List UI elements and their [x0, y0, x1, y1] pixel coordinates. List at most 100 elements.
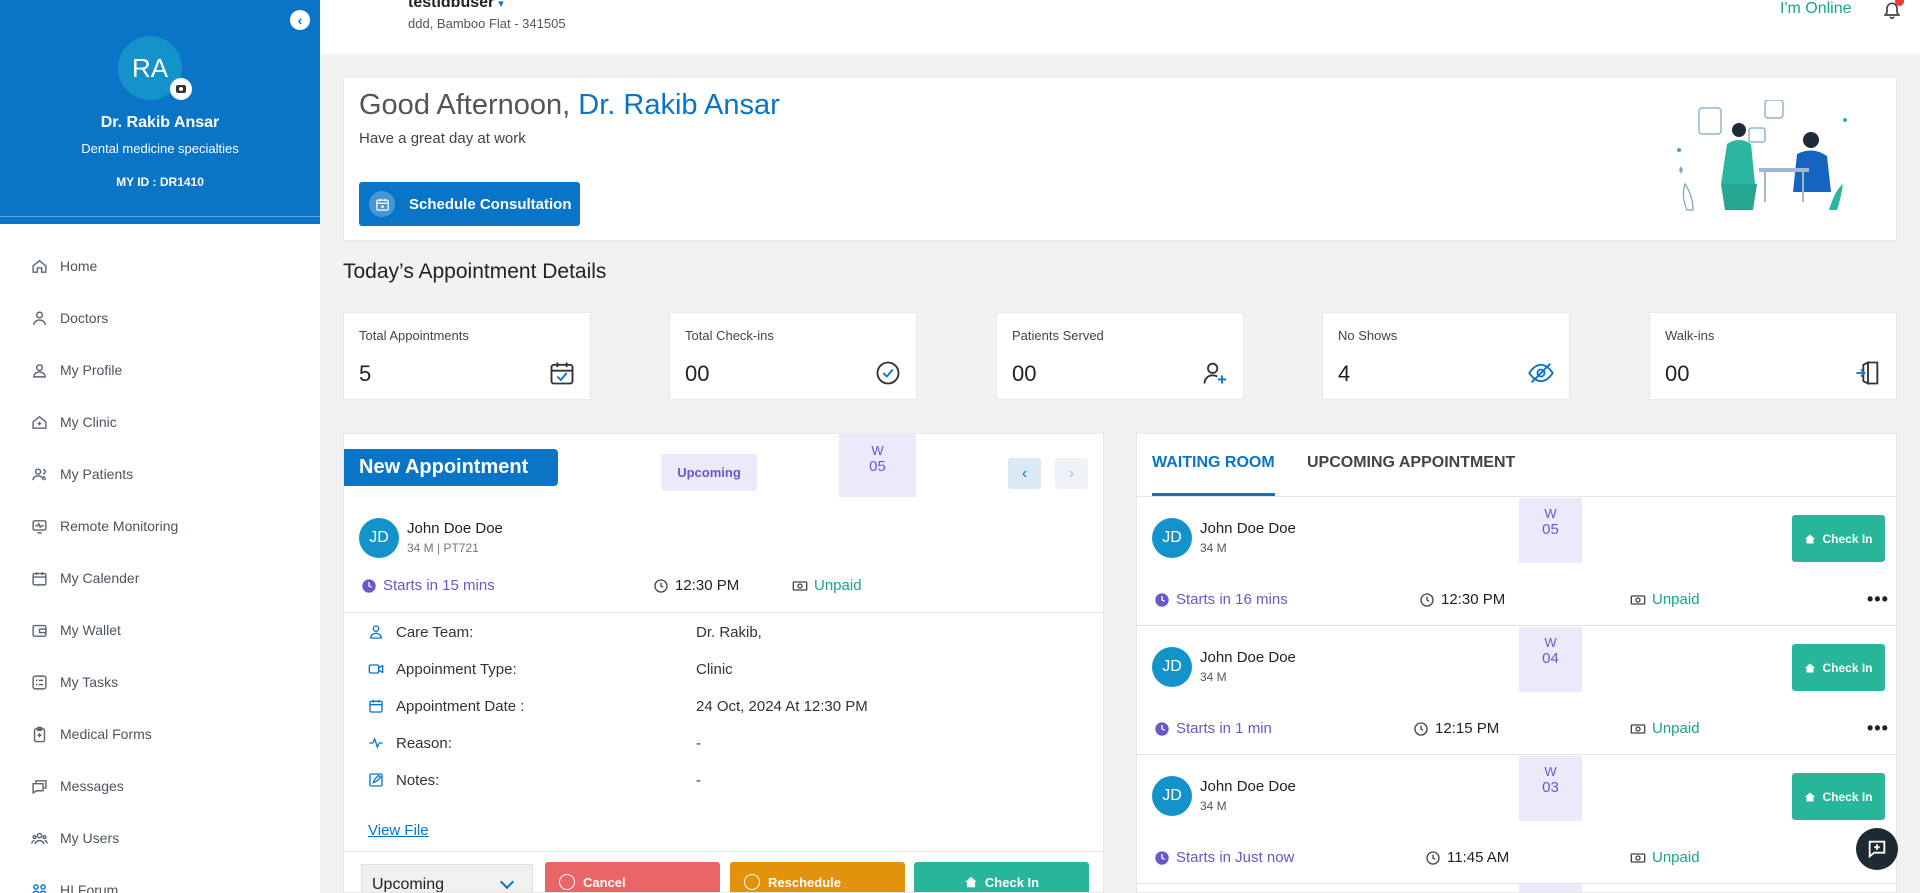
status-select[interactable]: Upcoming	[361, 864, 533, 893]
check-in-label: Check In	[1822, 789, 1873, 804]
detail-value: 24 Oct, 2024 At 12:30 PM	[696, 697, 868, 715]
check-in-button[interactable]: Check In	[1792, 773, 1885, 820]
waiting-number-badge: W 05	[839, 434, 916, 497]
sidebar-item-medical-forms[interactable]: Medical Forms	[0, 708, 320, 760]
more-icon[interactable]: •••	[1867, 589, 1889, 610]
cancel-button[interactable]: Cancel	[545, 862, 720, 892]
patient-name[interactable]: John Doe Doe	[1200, 649, 1296, 666]
calendar-plus-icon	[369, 191, 395, 217]
appointment-time: 12:30 PM	[653, 577, 739, 594]
view-file-link[interactable]: View File	[368, 822, 429, 839]
wallet-icon	[28, 619, 50, 641]
appointment-time: 12:15 PM	[1413, 720, 1499, 737]
payment-status: Unpaid	[1630, 591, 1700, 608]
stat-label: Patients Served	[1012, 328, 1104, 343]
sidebar-item-label: HI Forum	[60, 882, 119, 893]
sidebar-item-label: Medical Forms	[60, 726, 152, 742]
w-label: W	[1544, 506, 1557, 521]
camera-icon[interactable]	[170, 78, 192, 100]
stat-total-check-ins: Total Check-ins 00	[669, 312, 917, 400]
sidebar-item-doctors[interactable]: Doctors	[0, 292, 320, 344]
sidebar-item-my-wallet[interactable]: My Wallet	[0, 604, 320, 656]
reschedule-button[interactable]: Reschedule	[730, 862, 905, 892]
sidebar-item-label: My Wallet	[60, 622, 121, 638]
avatar: JD	[1152, 647, 1192, 687]
home-icon	[28, 255, 50, 277]
bell-icon[interactable]	[1882, 0, 1904, 22]
video-icon	[368, 664, 384, 674]
waiting-number-badge: W 03	[1519, 756, 1582, 821]
sidebar-item-my-profile[interactable]: My Profile	[0, 344, 320, 396]
username: testidbuser	[408, 0, 495, 11]
starts-in: Starts in Just now	[1154, 849, 1294, 866]
sidebar-item-label: My Tasks	[60, 674, 119, 690]
stat-value: 00	[1665, 361, 1690, 386]
sidebar-item-my-patients[interactable]: My Patients	[0, 448, 320, 500]
profile-header: ‹ RA Dr. Rakib Ansar Dental medicine spe…	[0, 0, 320, 224]
sidebar-item-label: Messages	[60, 778, 124, 794]
w-label: W	[1544, 635, 1557, 650]
stat-total-appointments: Total Appointments 5	[343, 312, 591, 400]
eye-off-icon	[1528, 363, 1554, 383]
detail-notes: Notes: -	[368, 770, 1088, 790]
sidebar-item-my-users[interactable]: My Users	[0, 812, 320, 864]
chat-icon[interactable]	[1856, 828, 1898, 870]
starts-in-text: Starts in 1 min	[1176, 720, 1272, 737]
chevron-left-icon[interactable]: ‹	[1008, 458, 1041, 489]
chevron-right-icon[interactable]: ›	[1055, 458, 1088, 489]
starts-in: Starts in 16 mins	[1154, 591, 1288, 608]
patient-age: 34 M	[1200, 799, 1227, 813]
sidebar-item-my-tasks[interactable]: My Tasks	[0, 656, 320, 708]
home-icon	[1805, 663, 1816, 672]
clock-filled-icon	[1155, 850, 1169, 865]
appointment-time: 11:45 AM	[1425, 849, 1509, 866]
chevron-left-icon[interactable]: ‹	[290, 10, 310, 30]
patient-name[interactable]: John Doe Doe	[1200, 520, 1296, 537]
chevron-down-icon	[499, 874, 515, 890]
reschedule-label: Reschedule	[768, 874, 841, 890]
schedule-consultation-button[interactable]: Schedule Consultation	[359, 182, 580, 226]
check-in-button[interactable]: Check In	[1792, 515, 1885, 562]
w-number: 04	[1542, 650, 1559, 667]
starts-in-text: Starts in Just now	[1176, 849, 1295, 866]
sidebar-item-label: My Calender	[60, 570, 140, 586]
status-select-value: Upcoming	[372, 876, 445, 893]
appointment-time: 12:30 PM	[1419, 591, 1505, 608]
sidebar-item-my-calender[interactable]: My Calender	[0, 552, 320, 604]
payment-status: Unpaid	[1630, 720, 1700, 737]
cash-icon	[1630, 594, 1646, 605]
w-number: 03	[1542, 779, 1559, 796]
clock-icon	[1420, 592, 1434, 607]
calendar-icon	[28, 567, 50, 589]
time-text: 12:30 PM	[675, 577, 740, 594]
user-switcher[interactable]: testidbuser ▾	[408, 0, 504, 12]
waiting-number-badge: W 05	[1519, 498, 1582, 563]
user-icon	[28, 359, 50, 381]
sidebar-item-label: Remote Monitoring	[60, 518, 179, 534]
patient-name[interactable]: John Doe Doe	[1200, 778, 1296, 795]
sidebar-item-remote-monitoring[interactable]: Remote Monitoring	[0, 500, 320, 552]
starts-in: Starts in 15 mins	[361, 577, 495, 594]
divider	[1137, 883, 1896, 884]
patient-meta: 34 M | PT721	[407, 541, 479, 555]
sidebar-item-hi-forum[interactable]: HI Forum	[0, 864, 320, 893]
tab-waiting-room[interactable]: WAITING ROOM	[1152, 454, 1275, 472]
sidebar-item-home[interactable]: Home	[0, 240, 320, 292]
check-in-button[interactable]: Check In	[1792, 644, 1885, 691]
patient-name[interactable]: John Doe Doe	[407, 520, 503, 537]
payment-text: Unpaid	[1652, 720, 1700, 737]
forum-icon	[28, 879, 50, 893]
stat-value: 4	[1338, 361, 1351, 386]
status-badge: Upcoming	[661, 454, 757, 491]
tab-upcoming-appointment[interactable]: UPCOMING APPOINTMENT	[1307, 454, 1515, 472]
patient-age: 34 M	[1200, 541, 1227, 555]
clock-icon	[1414, 721, 1428, 736]
messages-icon	[28, 775, 50, 797]
online-status[interactable]: I'm Online	[1780, 0, 1852, 18]
check-in-button[interactable]: Check In	[914, 862, 1089, 892]
sidebar-item-my-clinic[interactable]: My Clinic	[0, 396, 320, 448]
sidebar-item-messages[interactable]: Messages	[0, 760, 320, 812]
more-icon[interactable]: •••	[1867, 718, 1889, 739]
sidebar-item-label: Home	[60, 258, 98, 274]
tasks-icon	[28, 671, 50, 693]
